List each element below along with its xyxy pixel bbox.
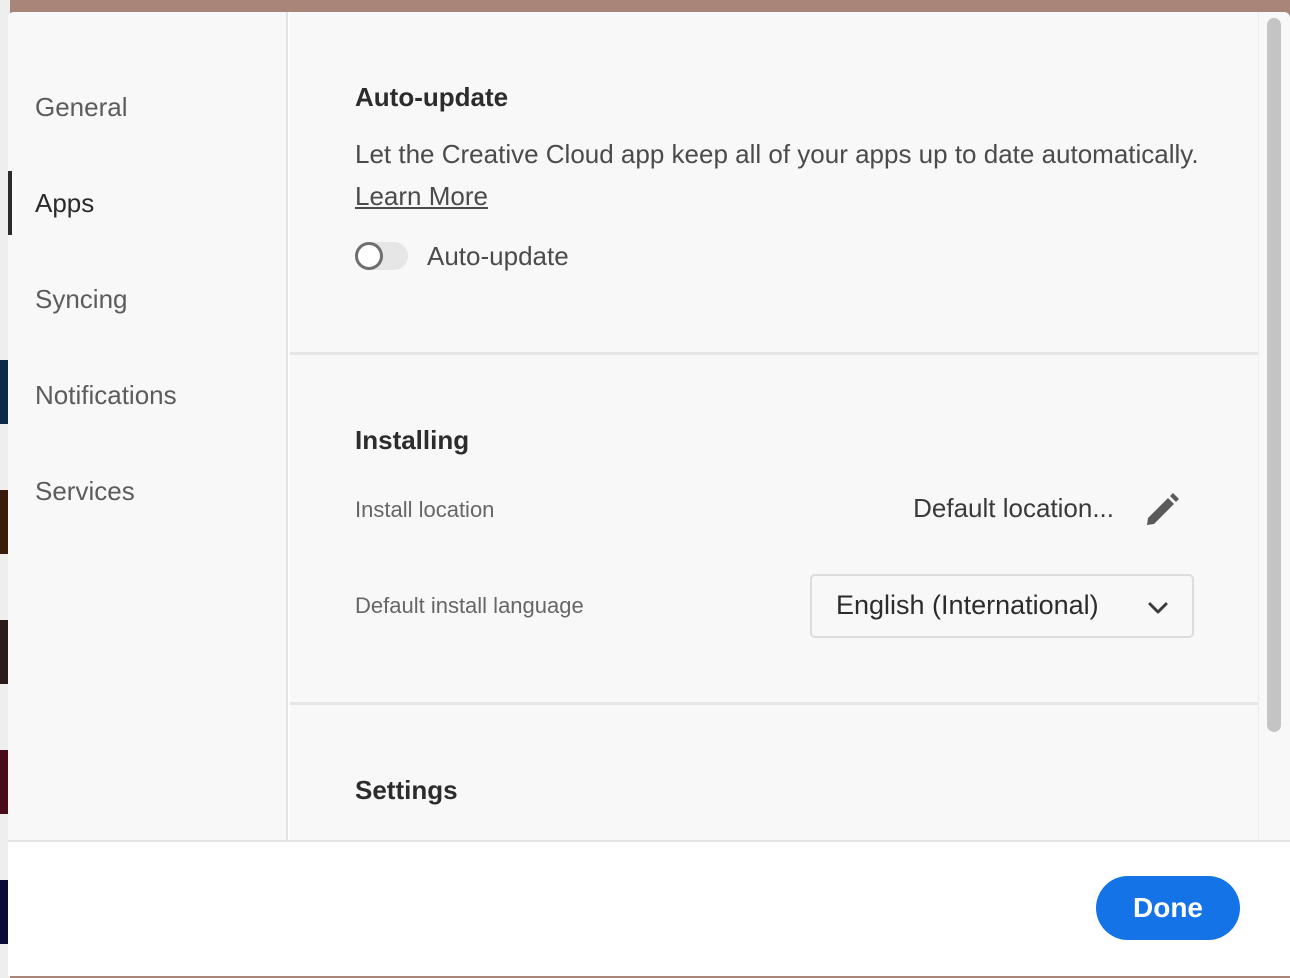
toggle-knob	[355, 242, 383, 270]
preferences-content: Auto-update Let the Creative Cloud app k…	[290, 12, 1258, 840]
edit-install-location-button[interactable]	[1142, 490, 1180, 528]
dialog-footer: Done	[8, 840, 1290, 976]
preferences-sidebar: General Apps Syncing Notifications Servi…	[8, 12, 288, 840]
section-title-settings: Settings	[355, 775, 458, 805]
chevron-down-icon	[1148, 602, 1168, 614]
auto-update-description: Let the Creative Cloud app keep all of y…	[355, 139, 1199, 169]
sidebar-item-label: Notifications	[35, 379, 177, 410]
auto-update-toggle-label: Auto-update	[427, 241, 569, 271]
language-select-value: English (International)	[836, 590, 1099, 620]
pencil-icon	[1147, 493, 1179, 525]
install-location-value: Default location...	[913, 493, 1114, 523]
installing-section: Installing Install location Default loca…	[290, 355, 1258, 702]
section-title-installing: Installing	[355, 425, 470, 455]
install-location-label: Install location	[355, 497, 495, 522]
sidebar-item-syncing[interactable]: Syncing	[8, 267, 286, 331]
language-select[interactable]: English (International)	[810, 574, 1194, 638]
section-title-auto-update: Auto-update	[355, 82, 509, 112]
sidebar-item-services[interactable]: Services	[8, 459, 286, 523]
sidebar-item-label: Services	[35, 475, 135, 506]
auto-update-toggle[interactable]	[355, 242, 408, 270]
default-language-label: Default install language	[355, 593, 584, 618]
sidebar-item-label: General	[35, 91, 128, 122]
done-button[interactable]: Done	[1096, 876, 1240, 940]
sidebar-item-general[interactable]: General	[8, 75, 286, 139]
auto-update-section: Auto-update Let the Creative Cloud app k…	[290, 12, 1258, 352]
sidebar-item-apps[interactable]: Apps	[8, 171, 286, 235]
learn-more-link[interactable]: Learn More	[355, 181, 488, 212]
sidebar-item-notifications[interactable]: Notifications	[8, 363, 286, 427]
content-scrollbar[interactable]	[1258, 12, 1290, 840]
sidebar-item-label: Syncing	[35, 283, 128, 314]
sidebar-item-label: Apps	[35, 187, 95, 218]
settings-section: Settings	[290, 705, 1258, 840]
preferences-dialog: General Apps Syncing Notifications Servi…	[8, 12, 1290, 976]
scrollbar-thumb[interactable]	[1267, 18, 1281, 732]
